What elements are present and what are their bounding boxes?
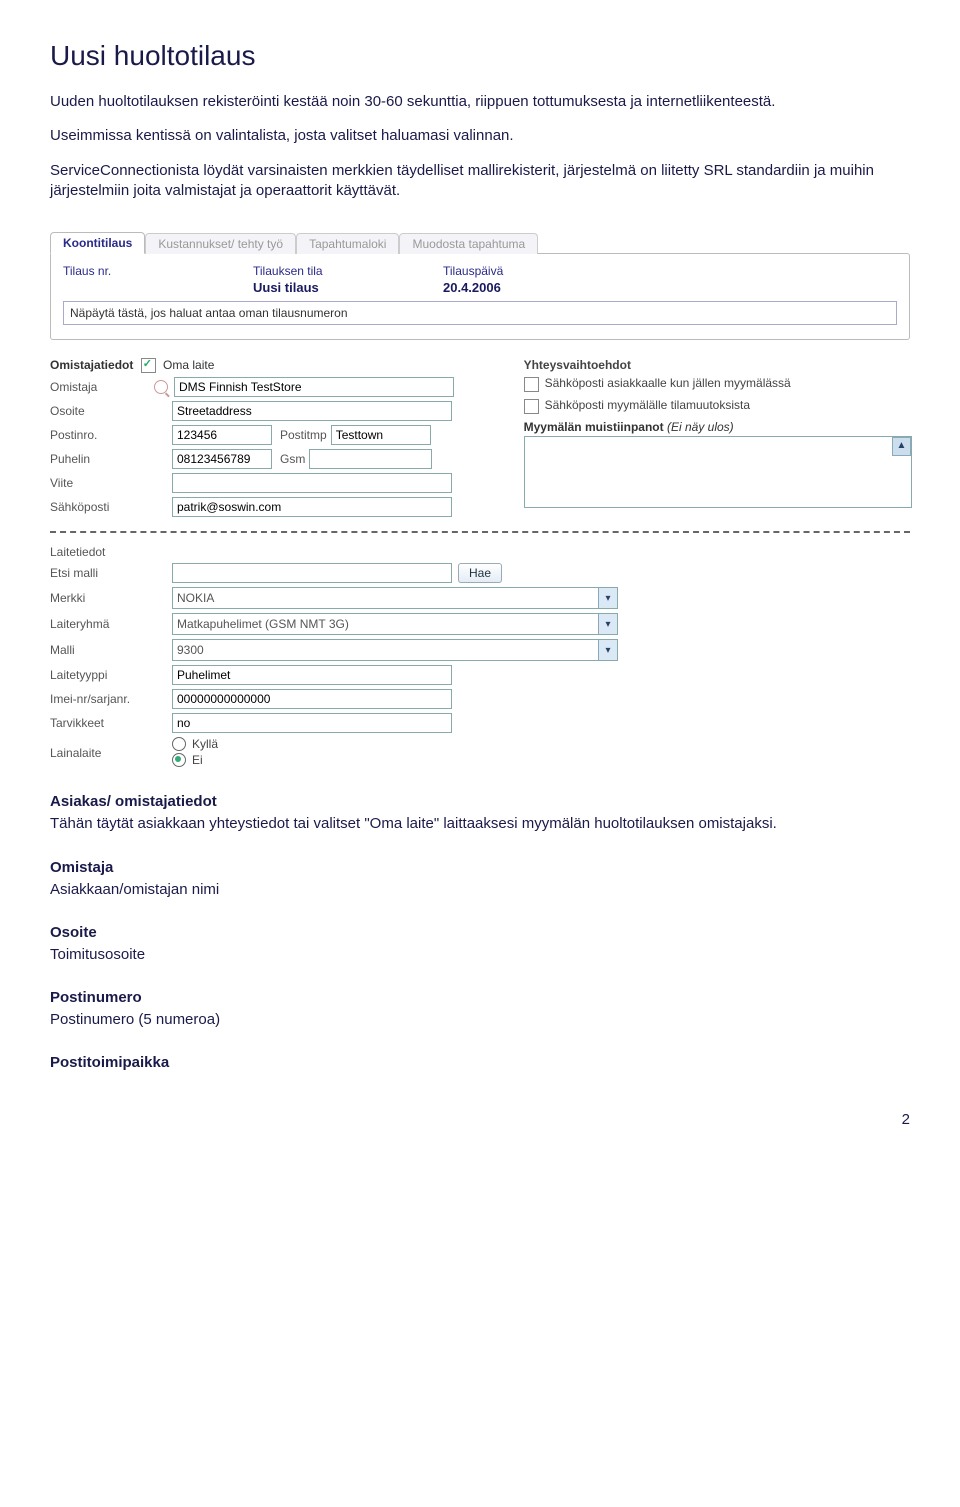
store-notes-label: Myymälän muistiinpanot <box>524 420 664 434</box>
email-store-label: Sähköposti myymälälle tilamuutoksista <box>545 398 750 412</box>
brand-value: NOKIA <box>177 591 214 605</box>
owner-label: Omistaja <box>50 380 150 394</box>
type-input[interactable] <box>172 665 452 685</box>
device-section: Laitetiedot Etsi malli Hae Merkki NOKIA … <box>50 545 910 769</box>
store-notes-textarea[interactable]: ▲ <box>524 436 912 508</box>
address-input[interactable] <box>172 401 452 421</box>
intro-p3: ServiceConnectionista löydät varsinaiste… <box>50 161 910 202</box>
city-input[interactable] <box>331 425 431 445</box>
search-icon[interactable] <box>154 380 168 394</box>
phone-input[interactable] <box>172 449 272 469</box>
city-label: Postitmp <box>280 428 327 442</box>
phone-label: Puhelin <box>50 452 150 466</box>
search-button[interactable]: Hae <box>458 563 502 583</box>
customer-owner-text: Tähän täytät asiakkaan yhteystiedot tai … <box>50 814 910 834</box>
customer-owner-heading: Asiakas/ omistajatiedot <box>50 793 910 810</box>
model-label: Malli <box>50 643 150 657</box>
group-label: Laiteryhmä <box>50 617 150 631</box>
own-device-label: Oma laite <box>163 358 214 372</box>
device-section-label: Laitetiedot <box>50 545 910 559</box>
store-notes-hint: (Ei näy ulos) <box>667 420 734 434</box>
order-header: Tilaus nr. Tilauksen tila Uusi tilaus Ti… <box>63 264 897 295</box>
divider <box>50 531 910 533</box>
intro-p1: Uuden huoltotilauksen rekisteröinti kest… <box>50 92 910 112</box>
chevron-down-icon: ▾ <box>598 640 617 660</box>
acc-label: Tarvikkeet <box>50 716 150 730</box>
tab-panel: Tilaus nr. Tilauksen tila Uusi tilaus Ti… <box>50 253 910 340</box>
find-model-input[interactable] <box>172 563 452 583</box>
own-device-checkbox[interactable] <box>141 358 156 373</box>
owner-input[interactable] <box>174 377 454 397</box>
model-select[interactable]: 9300 ▾ <box>172 639 618 661</box>
tab-summary[interactable]: Koontitilaus <box>50 232 145 254</box>
loan-no-radio[interactable] <box>172 753 186 767</box>
zip-input[interactable] <box>172 425 272 445</box>
order-number-hint[interactable]: Näpäytä tästä, jos haluat antaa oman til… <box>63 301 897 325</box>
zip-text: Postinumero (5 numeroa) <box>50 1010 910 1030</box>
email-label: Sähköposti <box>50 500 150 514</box>
email-customer-label: Sähköposti asiakkaalle kun jällen myymäl… <box>545 376 791 390</box>
ref-input[interactable] <box>172 473 452 493</box>
order-date-label: Tilauspäivä <box>443 264 583 278</box>
find-model-label: Etsi malli <box>50 566 150 580</box>
order-nr-label: Tilaus nr. <box>63 264 203 278</box>
order-status-value: Uusi tilaus <box>253 280 393 295</box>
brand-label: Merkki <box>50 591 150 605</box>
scroll-up-icon[interactable]: ▲ <box>892 437 911 456</box>
tab-bar: Koontitilaus Kustannukset/ tehty työ Tap… <box>50 231 910 253</box>
chevron-down-icon: ▾ <box>598 588 617 608</box>
page-number: 2 <box>50 1111 910 1128</box>
group-select[interactable]: Matkapuhelimet (GSM NMT 3G) ▾ <box>172 613 618 635</box>
email-input[interactable] <box>172 497 452 517</box>
address-text: Toimitusosoite <box>50 945 910 965</box>
brand-select[interactable]: NOKIA ▾ <box>172 587 618 609</box>
email-store-checkbox[interactable] <box>524 399 539 414</box>
imei-label: Imei-nr/sarjanr. <box>50 692 150 706</box>
zip-heading: Postinumero <box>50 989 910 1006</box>
owner-section-label: Omistajatiedot <box>50 358 133 372</box>
email-customer-checkbox[interactable] <box>524 377 539 392</box>
order-status-label: Tilauksen tila <box>253 264 393 278</box>
imei-input[interactable] <box>172 689 452 709</box>
contact-section-label: Yhteysvaihtoehdot <box>524 358 910 372</box>
loan-no-label: Ei <box>192 753 203 767</box>
page-title: Uusi huoltotilaus <box>50 40 910 72</box>
type-label: Laitetyyppi <box>50 668 150 682</box>
loan-yes-radio[interactable] <box>172 737 186 751</box>
loan-label: Lainalaite <box>50 746 150 760</box>
gsm-label: Gsm <box>280 452 305 466</box>
model-value: 9300 <box>177 643 204 657</box>
order-date-value: 20.4.2006 <box>443 280 583 295</box>
loan-yes-label: Kyllä <box>192 737 218 751</box>
tab-costs[interactable]: Kustannukset/ tehty työ <box>145 233 296 254</box>
address-label: Osoite <box>50 404 150 418</box>
tab-create-event[interactable]: Muodosta tapahtuma <box>399 233 538 254</box>
acc-input[interactable] <box>172 713 452 733</box>
owner-heading: Omistaja <box>50 859 910 876</box>
group-value: Matkapuhelimet (GSM NMT 3G) <box>177 617 349 631</box>
intro-p2: Useimmissa kentissä on valintalista, jos… <box>50 126 910 146</box>
owner-contact-row: Omistajatiedot Oma laite Omistaja Osoite… <box>50 358 910 521</box>
ref-label: Viite <box>50 476 150 490</box>
tab-log[interactable]: Tapahtumaloki <box>296 233 399 254</box>
zip-label: Postinro. <box>50 428 150 442</box>
owner-text: Asiakkaan/omistajan nimi <box>50 880 910 900</box>
chevron-down-icon: ▾ <box>598 614 617 634</box>
city-heading: Postitoimipaikka <box>50 1054 910 1071</box>
address-heading: Osoite <box>50 924 910 941</box>
gsm-input[interactable] <box>309 449 432 469</box>
